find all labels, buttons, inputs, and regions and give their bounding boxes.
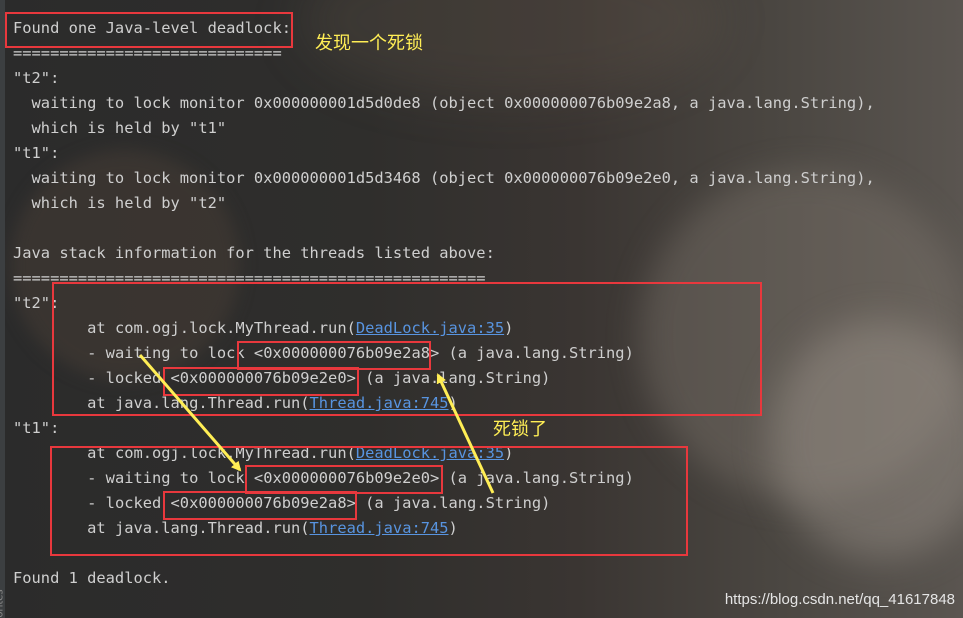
arrow-t1-waiting-to-t2-locked (436, 373, 495, 494)
arrow-t2-waiting-to-t1-locked (138, 354, 242, 472)
annotation-found-deadlock: 发现一个死锁 (315, 33, 423, 54)
annotation-deadlocked: 死锁了 (493, 419, 547, 440)
arrows-layer (138, 354, 495, 494)
watermark: https://blog.csdn.net/qq_41617848 (724, 591, 955, 608)
